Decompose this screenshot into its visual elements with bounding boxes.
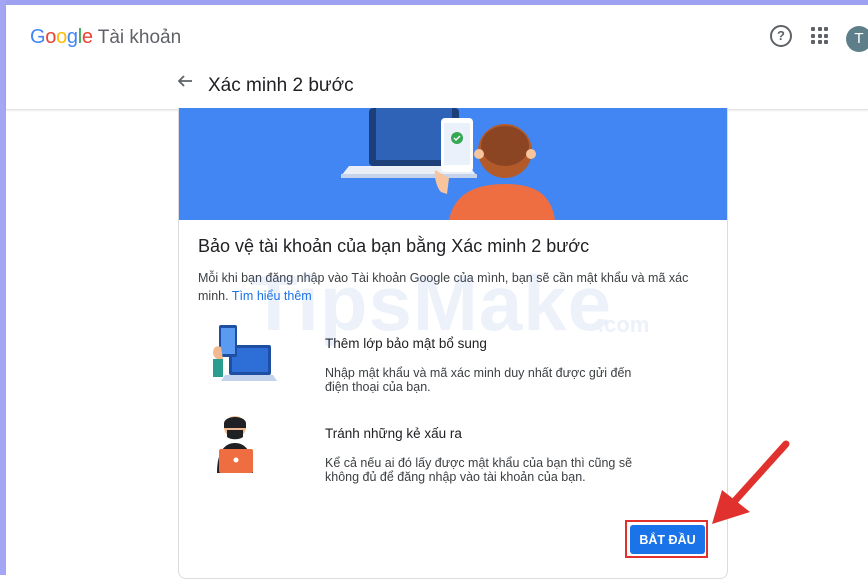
red-arrow-annotation xyxy=(712,440,790,524)
feature-text: Nhập mật khẩu và mã xác minh duy nhất đư… xyxy=(325,366,632,394)
google-logo: Google xyxy=(30,26,93,48)
phone-laptop-illustration xyxy=(213,325,277,381)
apps-grid-icon[interactable] xyxy=(811,27,828,44)
two-step-card: Bảo vệ tài khoản của bạn bằng Xác minh 2… xyxy=(178,108,728,579)
card-heading: Bảo vệ tài khoản của bạn bằng Xác minh 2… xyxy=(198,236,590,256)
avatar[interactable]: T xyxy=(846,26,868,52)
start-button[interactable]: BẮT ĐẦU xyxy=(630,525,705,554)
arrow-back-icon[interactable] xyxy=(176,72,194,90)
learn-more-link[interactable]: Tìm hiểu thêm xyxy=(232,289,312,303)
feature-text: Kể cả nếu ai đó lấy được mật khẩu của bạ… xyxy=(325,456,633,484)
feature-title: Tránh những kẻ xấu ra xyxy=(325,426,462,441)
brand-suffix: Tài khoản xyxy=(97,27,182,48)
hero-illustration xyxy=(341,108,555,220)
feature-title: Thêm lớp bảo mật bổ sung xyxy=(325,336,487,351)
page-title: Xác minh 2 bước xyxy=(208,75,354,96)
help-icon[interactable]: ? xyxy=(770,25,792,47)
hero-banner xyxy=(179,108,727,220)
subheader: Xác minh 2 bước xyxy=(176,64,726,104)
google-account-logo[interactable]: Google Tài khoản xyxy=(30,26,181,49)
card-description: Mỗi khi bạn đăng nhập vào Tài khoản Goog… xyxy=(198,269,708,305)
hacker-illustration xyxy=(217,416,253,473)
